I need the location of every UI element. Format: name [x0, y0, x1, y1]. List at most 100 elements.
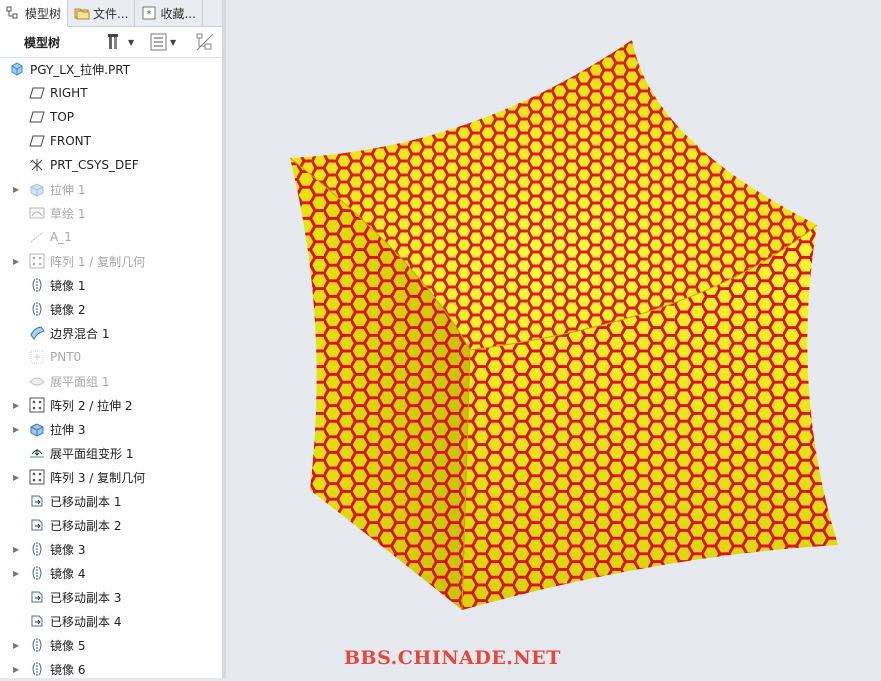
tree-item[interactable]: 展平面组 1: [0, 369, 222, 393]
folder-icon: [74, 8, 90, 20]
expand-arrow-icon[interactable]: ▶: [13, 257, 21, 266]
datum-plane-icon: [28, 133, 46, 149]
tree-item[interactable]: PNT0: [0, 345, 222, 369]
tree-item-label: A_1: [50, 230, 72, 244]
tree-item-label: 镜像 4: [50, 566, 86, 581]
tree-item-label: 已移动副本 1: [50, 494, 122, 509]
moved-copy-icon: [28, 517, 46, 533]
tab-favorites-label: 收藏...: [160, 6, 196, 21]
tree-item-label: PRT_CSYS_DEF: [50, 158, 139, 172]
filter-button[interactable]: [195, 33, 215, 51]
tree-item[interactable]: 已移动副本 1: [0, 489, 222, 513]
part-icon: [8, 61, 26, 77]
list-icon: [150, 33, 167, 51]
tree-item[interactable]: 草绘 1: [0, 201, 222, 225]
tree-root-item[interactable]: PGY_LX_拉伸.PRT: [0, 57, 222, 81]
tab-model-tree-label: 模型树: [25, 6, 62, 21]
watermark-text: BBS.CHINADE.NET: [344, 647, 561, 669]
moved-copy-icon: [28, 589, 46, 605]
tree-item-label: 镜像 6: [50, 662, 86, 677]
tree-item-label: 展平面组 1: [50, 374, 110, 389]
mirror-icon: [28, 637, 46, 653]
tree-item[interactable]: 边界混合 1: [0, 321, 222, 345]
mirror-icon: [28, 565, 46, 581]
tab-favorites[interactable]: * 收藏...: [135, 0, 203, 26]
tree-item-label: 已移动副本 3: [50, 590, 122, 605]
mirror-icon: [28, 277, 46, 293]
tree-item-label: TOP: [50, 110, 75, 124]
flatten-deform-icon: [28, 445, 46, 461]
csys-icon: x: [28, 157, 46, 173]
navigator-tabs: 模型树 文件... * 收藏...: [0, 0, 222, 27]
tree-item-label: 阵列 2 / 拉伸 2: [50, 398, 133, 413]
tab-file-browser-label: 文件...: [93, 6, 129, 21]
mirror-icon: [28, 541, 46, 557]
model-tree-title: 模型树: [24, 35, 61, 50]
tree-item-label: 已移动副本 2: [50, 518, 122, 533]
tab-file-browser[interactable]: 文件...: [68, 0, 136, 26]
expand-arrow-icon[interactable]: ▶: [13, 425, 21, 434]
tree-item-label: RIGHT: [50, 86, 88, 100]
expand-arrow-icon[interactable]: ▶: [13, 185, 21, 194]
mirror-icon: [28, 301, 46, 317]
expand-arrow-icon[interactable]: ▶: [13, 473, 21, 482]
flatten-quilt-icon: [28, 373, 46, 389]
chevron-down-icon: ▼: [170, 37, 177, 47]
tree-item-label: 镜像 3: [50, 542, 86, 557]
pattern-icon: [28, 397, 46, 413]
datum-plane-icon: [28, 109, 46, 125]
panel-splitter[interactable]: [222, 0, 226, 678]
show-dropdown-button[interactable]: ▼: [150, 33, 176, 51]
settings-dropdown-button[interactable]: ▼: [106, 33, 134, 51]
tree-item[interactable]: ▶ 阵列 1 / 复制几何: [0, 249, 222, 273]
tree-item[interactable]: FRONT: [0, 129, 222, 153]
tree-item[interactable]: 已移动副本 3: [0, 585, 222, 609]
tree-item[interactable]: 已移动副本 2: [0, 513, 222, 537]
tree-item-label: PNT0: [50, 350, 82, 364]
tree-item[interactable]: ▶ 镜像 6: [0, 657, 222, 678]
tree-item[interactable]: 展平面组变形 1: [0, 441, 222, 465]
expand-arrow-icon[interactable]: ▶: [13, 665, 21, 674]
tree-item[interactable]: ▶ 拉伸 3: [0, 417, 222, 441]
tree-item[interactable]: A_1: [0, 225, 222, 249]
tree-item[interactable]: 镜像 2: [0, 297, 222, 321]
tree-item-label: 镜像 2: [50, 302, 86, 317]
tree-item-label: 镜像 1: [50, 278, 86, 293]
expand-arrow-icon[interactable]: ▶: [13, 401, 21, 410]
tree-item-label: 草绘 1: [50, 206, 86, 221]
svg-text:x: x: [30, 159, 33, 165]
tree-item[interactable]: ▶ 镜像 5: [0, 633, 222, 657]
tree-item[interactable]: ▶ 阵列 3 / 复制几何: [0, 465, 222, 489]
expand-arrow-icon[interactable]: ▶: [13, 545, 21, 554]
extrude-icon: [28, 181, 46, 197]
tree-item-label: 镜像 5: [50, 638, 86, 653]
datum-point-icon: [28, 349, 46, 365]
graphics-viewport[interactable]: BBS.CHINADE.NET: [227, 0, 881, 678]
tree-item[interactable]: 已移动副本 4: [0, 609, 222, 633]
axis-icon: [28, 229, 46, 245]
tree-item-label: 阵列 1 / 复制几何: [50, 254, 146, 269]
tree-item[interactable]: RIGHT: [0, 81, 222, 105]
tree-item-label: 拉伸 3: [50, 422, 86, 437]
tree-item[interactable]: x PRT_CSYS_DEF: [0, 153, 222, 177]
tree-item[interactable]: ▶ 阵列 2 / 拉伸 2: [0, 393, 222, 417]
tree-root-label: PGY_LX_拉伸.PRT: [30, 62, 131, 77]
filter-tree-icon: [196, 33, 214, 51]
datum-plane-icon: [28, 85, 46, 101]
tree-item-label: FRONT: [50, 134, 91, 148]
expand-arrow-icon[interactable]: ▶: [13, 641, 21, 650]
tree-item[interactable]: ▶ 镜像 4: [0, 561, 222, 585]
sketch-icon: [28, 205, 46, 221]
tree-item[interactable]: ▶ 镜像 3: [0, 537, 222, 561]
tree-item[interactable]: TOP: [0, 105, 222, 129]
tree-item[interactable]: 镜像 1: [0, 273, 222, 297]
tree-item-label: 已移动副本 4: [50, 614, 122, 629]
chevron-down-icon: ▼: [128, 37, 135, 47]
tools-icon: [108, 34, 118, 49]
expand-arrow-icon[interactable]: ▶: [13, 569, 21, 578]
tree-item[interactable]: ▶ 拉伸 1: [0, 177, 222, 201]
tree-item-label: 边界混合 1: [50, 326, 110, 341]
tab-model-tree[interactable]: 模型树: [0, 0, 69, 27]
svg-text:*: *: [147, 9, 152, 20]
pattern-icon: [28, 253, 46, 269]
